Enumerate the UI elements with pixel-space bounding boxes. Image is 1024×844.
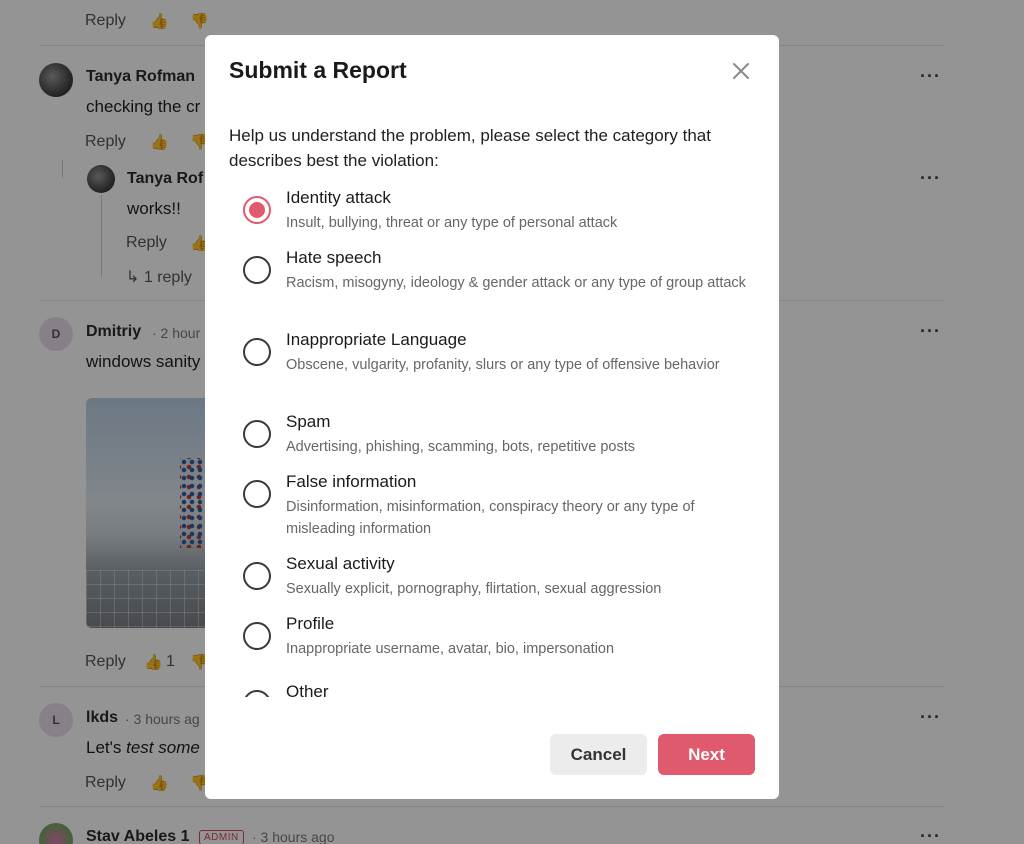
report-category-list: Identity attack Insult, bullying, threat…: [229, 185, 769, 697]
option-label: Hate speech: [286, 248, 382, 267]
close-icon: [733, 63, 749, 79]
next-button[interactable]: Next: [658, 734, 755, 775]
radio-button[interactable]: [243, 690, 271, 697]
option-description: Insult, bullying, threat or any type of …: [286, 215, 618, 231]
radio-button[interactable]: [243, 196, 271, 224]
close-button[interactable]: [727, 57, 755, 85]
radio-button[interactable]: [243, 420, 271, 448]
radio-button[interactable]: [243, 338, 271, 366]
option-label: Other: [286, 682, 329, 697]
option-description: Racism, misogyny, ideology & gender atta…: [286, 275, 746, 291]
radio-button[interactable]: [243, 480, 271, 508]
radio-button[interactable]: [243, 256, 271, 284]
option-label: False information: [286, 472, 417, 491]
option-description: Obscene, vulgarity, profanity, slurs or …: [286, 357, 720, 373]
option-label: Spam: [286, 412, 331, 431]
dialog-prompt: Help us understand the problem, please s…: [229, 126, 711, 170]
option-description: Advertising, phishing, scamming, bots, r…: [286, 439, 635, 455]
option-description: Inappropriate username, avatar, bio, imp…: [286, 641, 615, 657]
radio-button[interactable]: [243, 622, 271, 650]
option-label: Identity attack: [286, 188, 391, 207]
option-description: Disinformation, misinformation, conspira…: [286, 499, 695, 537]
option-label: Inappropriate Language: [286, 330, 467, 349]
report-dialog: Submit a Report Help us understand the p…: [205, 35, 779, 799]
radio-button[interactable]: [243, 562, 271, 590]
cancel-button[interactable]: Cancel: [550, 734, 647, 775]
option-label: Profile: [286, 614, 335, 633]
dialog-title: Submit a Report: [229, 57, 407, 83]
option-description: Sexually explicit, pornography, flirtati…: [286, 581, 662, 597]
option-label: Sexual activity: [286, 554, 395, 573]
